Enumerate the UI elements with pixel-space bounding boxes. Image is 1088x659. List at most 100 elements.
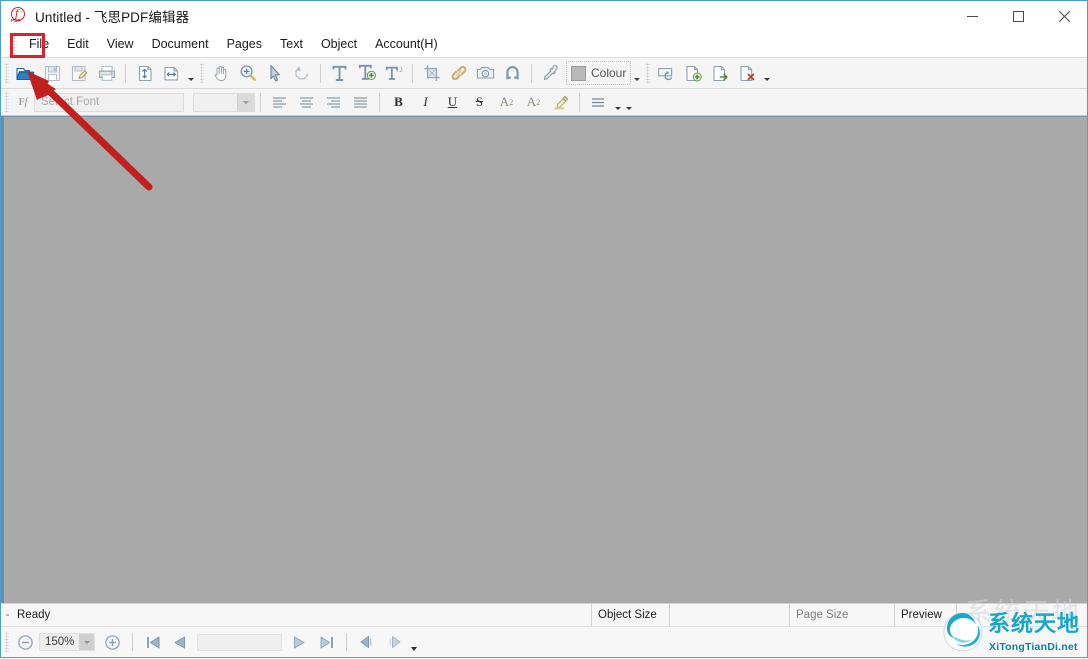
highlighter-icon[interactable] (547, 90, 574, 114)
pdf-app-icon: f PDF (10, 7, 28, 25)
first-page-icon[interactable] (139, 629, 166, 655)
print-icon[interactable] (93, 60, 120, 87)
window-title: Untitled - 飞思PDF编辑器 (35, 6, 189, 26)
page-insert-icon[interactable] (680, 60, 707, 87)
save-icon[interactable] (39, 60, 66, 87)
back-view-icon[interactable] (353, 629, 380, 655)
text-order-icon[interactable]: 123 (380, 60, 407, 87)
minimize-icon[interactable] (949, 1, 995, 31)
main-toolbar-grip[interactable] (5, 63, 9, 83)
colour-dropdown-caret-icon[interactable] (631, 61, 642, 86)
toolbar-separator-4 (531, 64, 532, 83)
font-icon: Ff (12, 96, 34, 108)
select-arrow-icon[interactable] (261, 60, 288, 87)
status-collapse-icon[interactable]: - (1, 604, 14, 626)
eyedropper-icon[interactable] (537, 60, 564, 87)
rotate-icon[interactable] (288, 60, 315, 87)
menu-item-text[interactable]: Text (271, 33, 312, 55)
object-size-label: Object Size (592, 604, 670, 626)
svg-text:123: 123 (396, 67, 403, 74)
page-number-input[interactable] (197, 634, 282, 651)
page-group-grip[interactable] (646, 63, 650, 83)
menu-item-pages[interactable]: Pages (218, 33, 271, 55)
hand-tool-icon[interactable] (207, 60, 234, 87)
align-right-icon[interactable] (320, 90, 347, 114)
menu-item-document[interactable]: Document (143, 33, 218, 55)
maximize-icon[interactable] (995, 1, 1041, 31)
camera-icon[interactable] (472, 60, 499, 87)
zoom-level-input[interactable]: 150% (39, 633, 95, 651)
page-rotate-icon[interactable] (653, 60, 680, 87)
page-dropdown-caret-icon[interactable] (761, 61, 772, 86)
italic-button[interactable]: I (412, 90, 439, 114)
subscript-button[interactable]: A2 (520, 90, 547, 114)
menu-item-account[interactable]: Account(H) (366, 33, 447, 55)
subscript-exp: 2 (536, 98, 540, 107)
toolbar-separator-2 (320, 64, 321, 83)
zoom-dropdown-icon[interactable] (79, 634, 94, 650)
align-left-icon[interactable] (266, 90, 293, 114)
font-name-input[interactable]: Select Font (34, 93, 184, 112)
menu-item-object[interactable]: Object (312, 33, 366, 55)
menu-item-view[interactable]: View (98, 33, 143, 55)
navbar-separator-1 (132, 633, 133, 651)
zoom-in-icon[interactable] (99, 629, 126, 655)
status-bar: - Ready Object Size Page Size Preview (1, 603, 1087, 626)
colour-picker[interactable]: Colour (566, 61, 631, 85)
zoom-tool-icon[interactable] (234, 60, 261, 87)
fit-dropdown-caret-icon[interactable] (185, 61, 196, 86)
nav-group-grip[interactable] (200, 63, 204, 83)
main-toolbar: 123 (1, 58, 1087, 89)
preview-label[interactable]: Preview (895, 604, 957, 626)
menu-item-edit[interactable]: Edit (58, 33, 98, 55)
prev-page-icon[interactable] (166, 629, 193, 655)
strikethrough-button[interactable]: S (466, 90, 493, 114)
application-window: f PDF Untitled - 飞思PDF编辑器 File Edit View… (0, 0, 1088, 658)
fit-height-icon[interactable] (131, 60, 158, 87)
menu-item-file[interactable]: File (20, 33, 58, 55)
page-delete-icon[interactable] (734, 60, 761, 87)
line-spacing-icon[interactable] (585, 90, 612, 114)
link-icon[interactable] (445, 60, 472, 87)
font-toolbar-grip[interactable] (5, 92, 9, 112)
close-icon[interactable] (1041, 1, 1087, 31)
align-justify-icon[interactable] (347, 90, 374, 114)
menu-bar: File Edit View Document Pages Text Objec… (1, 31, 1087, 58)
open-folder-icon[interactable] (12, 60, 39, 87)
superscript-exp: 2 (509, 98, 513, 107)
next-page-icon[interactable] (286, 629, 313, 655)
window-controls (949, 1, 1087, 31)
font-separator-1 (260, 93, 261, 112)
add-text-icon[interactable] (326, 60, 353, 87)
edit-text-icon[interactable] (353, 60, 380, 87)
navbar-overflow-caret-icon[interactable] (407, 630, 421, 654)
align-center-icon[interactable] (293, 90, 320, 114)
document-canvas[interactable] (1, 116, 1087, 603)
magnet-icon[interactable] (499, 60, 526, 87)
navbar-grip[interactable] (5, 632, 9, 652)
font-toolbar: Ff Select Font B I U S A2 A2 (1, 89, 1087, 116)
font-toolbar-overflow-caret-icon[interactable] (623, 90, 634, 115)
underline-button[interactable]: U (439, 90, 466, 114)
fit-width-icon[interactable] (158, 60, 185, 87)
superscript-base: A (500, 94, 509, 110)
subscript-base: A (527, 94, 536, 110)
superscript-button[interactable]: A2 (493, 90, 520, 114)
zoom-out-icon[interactable] (12, 629, 39, 655)
page-extract-icon[interactable] (707, 60, 734, 87)
font-separator-2 (379, 93, 380, 112)
navbar-separator-2 (346, 633, 347, 651)
line-spacing-caret-icon[interactable] (612, 90, 623, 115)
forward-view-icon[interactable] (380, 629, 407, 655)
menubar-grip[interactable] (13, 34, 17, 54)
bold-button[interactable]: B (385, 90, 412, 114)
last-page-icon[interactable] (313, 629, 340, 655)
font-size-dropdown-icon[interactable] (237, 94, 254, 111)
status-spacer (50, 604, 592, 626)
object-size-value (670, 604, 790, 626)
toolbar-separator-3 (412, 64, 413, 83)
zoom-level-value: 150% (45, 636, 74, 648)
crop-icon[interactable] (418, 60, 445, 87)
save-as-icon[interactable] (66, 60, 93, 87)
font-size-input[interactable] (193, 93, 255, 112)
